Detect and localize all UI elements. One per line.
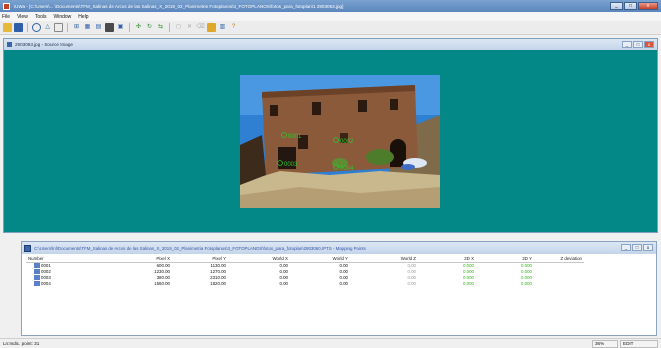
points-maximize-button[interactable]: □ xyxy=(632,244,642,251)
table-row[interactable]: 0004 1560.00 1820.00 0.00 0.00 0.00 0.00… xyxy=(26,281,584,287)
viewer-controls: _ □ x xyxy=(622,41,654,48)
source-image-titlebar: 2903063.jpg - Source Image _ □ x xyxy=(4,39,657,50)
col-world-y[interactable]: World Y xyxy=(290,255,350,263)
measure-icon[interactable]: ⊞ xyxy=(72,23,81,32)
source-image-window: 2903063.jpg - Source Image _ □ x 0001 00… xyxy=(3,38,658,233)
menu-tools[interactable]: Tools xyxy=(35,14,47,20)
rotate-icon[interactable]: ↻ xyxy=(145,23,154,32)
compare-icon[interactable]: ⇆ xyxy=(156,23,165,32)
help-icon[interactable]: ? xyxy=(229,23,238,32)
move-icon[interactable]: ✕ xyxy=(185,23,194,32)
image-doc-icon xyxy=(7,42,12,47)
menu-file[interactable]: File xyxy=(2,14,10,20)
toolbar: △ ⊞ ▦ ▤ ▣ ✣ ↻ ⇆ ◻ ✕ ⌫ ▥ ? xyxy=(0,21,661,35)
points-minimize-button[interactable]: _ xyxy=(621,244,631,251)
cell-2d-x: 0.000 xyxy=(463,280,474,286)
col-world-z[interactable]: World Z xyxy=(350,255,418,263)
svg-text:0004: 0004 xyxy=(340,166,354,172)
source-photo[interactable]: 0001 0002 0003 0004 xyxy=(240,75,440,208)
status-bar: Ln:Indic. point: 31 36% EDIT xyxy=(0,338,661,348)
building-photo-image: 0001 0002 0003 0004 xyxy=(240,75,440,208)
viewer-close-button[interactable]: x xyxy=(644,41,654,48)
points-close-button[interactable]: x xyxy=(643,244,653,251)
menu-window[interactable]: Window xyxy=(54,14,72,20)
mapping-points-table: Number Pixel X Pixel Y World X World Y W… xyxy=(26,255,584,287)
pin-icon[interactable]: ▥ xyxy=(218,23,227,32)
circle-icon[interactable] xyxy=(32,23,41,32)
export-icon[interactable]: ▣ xyxy=(116,23,125,32)
toolbar-separator xyxy=(129,23,130,32)
menu-help[interactable]: Help xyxy=(78,14,88,20)
window-controls: _ □ x xyxy=(610,2,658,10)
col-pixel-x[interactable]: Pixel X xyxy=(88,255,172,263)
points-icon[interactable]: ✣ xyxy=(134,23,143,32)
cell-world-x: 0.00 xyxy=(279,280,288,286)
mapping-points-window: C:\Users\lnl\Documents\TFM_Salinas de Ar… xyxy=(21,241,657,336)
cell-world-y: 0.00 xyxy=(339,280,348,286)
col-2d-x[interactable]: 2D X xyxy=(418,255,476,263)
window-title: iUWa - [C:\Users\... \Documents\TFM_Sali… xyxy=(14,3,344,9)
point-icon xyxy=(34,280,40,286)
save-icon[interactable] xyxy=(14,23,23,32)
cell-world-z: 0.00 xyxy=(407,280,416,286)
col-2d-y[interactable]: 2D Y xyxy=(476,255,534,263)
menu-bar: File View Tools Window Help xyxy=(0,12,661,21)
cell-2d-y: 0.000 xyxy=(521,280,532,286)
image-icon[interactable]: ▤ xyxy=(94,23,103,32)
mode-indicator: EDIT xyxy=(620,340,658,348)
rect-icon[interactable] xyxy=(54,23,63,32)
minimize-button[interactable]: _ xyxy=(610,2,623,10)
col-pixel-y[interactable]: Pixel Y xyxy=(172,255,228,263)
table-header-row: Number Pixel X Pixel Y World X World Y W… xyxy=(26,255,584,263)
tile-icon[interactable] xyxy=(207,23,216,32)
zoom-indicator: 36% xyxy=(592,340,618,348)
grid-icon[interactable]: ▦ xyxy=(83,23,92,32)
mapping-points-titlebar: C:\Users\lnl\Documents\TFM_Salinas de Ar… xyxy=(22,242,656,254)
svg-text:0003: 0003 xyxy=(284,162,298,168)
cell-pixel-x: 1560.00 xyxy=(154,280,170,286)
toolbar-separator xyxy=(67,23,68,32)
cell-z-deviation xyxy=(534,281,584,287)
maximize-button[interactable]: □ xyxy=(624,2,637,10)
close-button[interactable]: x xyxy=(638,2,658,10)
mapping-points-title: C:\Users\lnl\Documents\TFM_Salinas de Ar… xyxy=(34,245,366,251)
table-doc-icon xyxy=(24,244,31,252)
point-icon xyxy=(34,268,40,274)
col-world-x[interactable]: World X xyxy=(228,255,290,263)
source-image-title: 2903063.jpg - Source Image xyxy=(15,42,73,47)
point-icon xyxy=(34,262,40,268)
cell-pixel-y: 1820.00 xyxy=(210,280,226,286)
open-icon[interactable] xyxy=(3,23,12,32)
viewer-minimize-button[interactable]: _ xyxy=(622,41,632,48)
col-number[interactable]: Number xyxy=(26,255,88,263)
svg-text:0002: 0002 xyxy=(340,139,354,145)
app-icon xyxy=(3,2,10,10)
menu-view[interactable]: View xyxy=(17,14,28,20)
camera-icon[interactable] xyxy=(105,23,114,32)
triangle-icon[interactable]: △ xyxy=(43,23,52,32)
col-z-deviation[interactable]: Z deviation xyxy=(534,255,584,263)
point-icon xyxy=(34,274,40,280)
cell-number: 0004 xyxy=(26,281,88,287)
erase-icon[interactable]: ⌫ xyxy=(196,23,205,32)
viewer-maximize-button[interactable]: □ xyxy=(633,41,643,48)
svg-text:0001: 0001 xyxy=(288,134,302,140)
status-text: Ln:Indic. point: 31 xyxy=(3,341,40,346)
title-bar: iUWa - [C:\Users\... \Documents\TFM_Sali… xyxy=(0,0,661,12)
points-controls: _ □ x xyxy=(621,244,653,251)
select-icon[interactable]: ◻ xyxy=(174,23,183,32)
toolbar-separator xyxy=(27,23,28,32)
toolbar-separator xyxy=(169,23,170,32)
